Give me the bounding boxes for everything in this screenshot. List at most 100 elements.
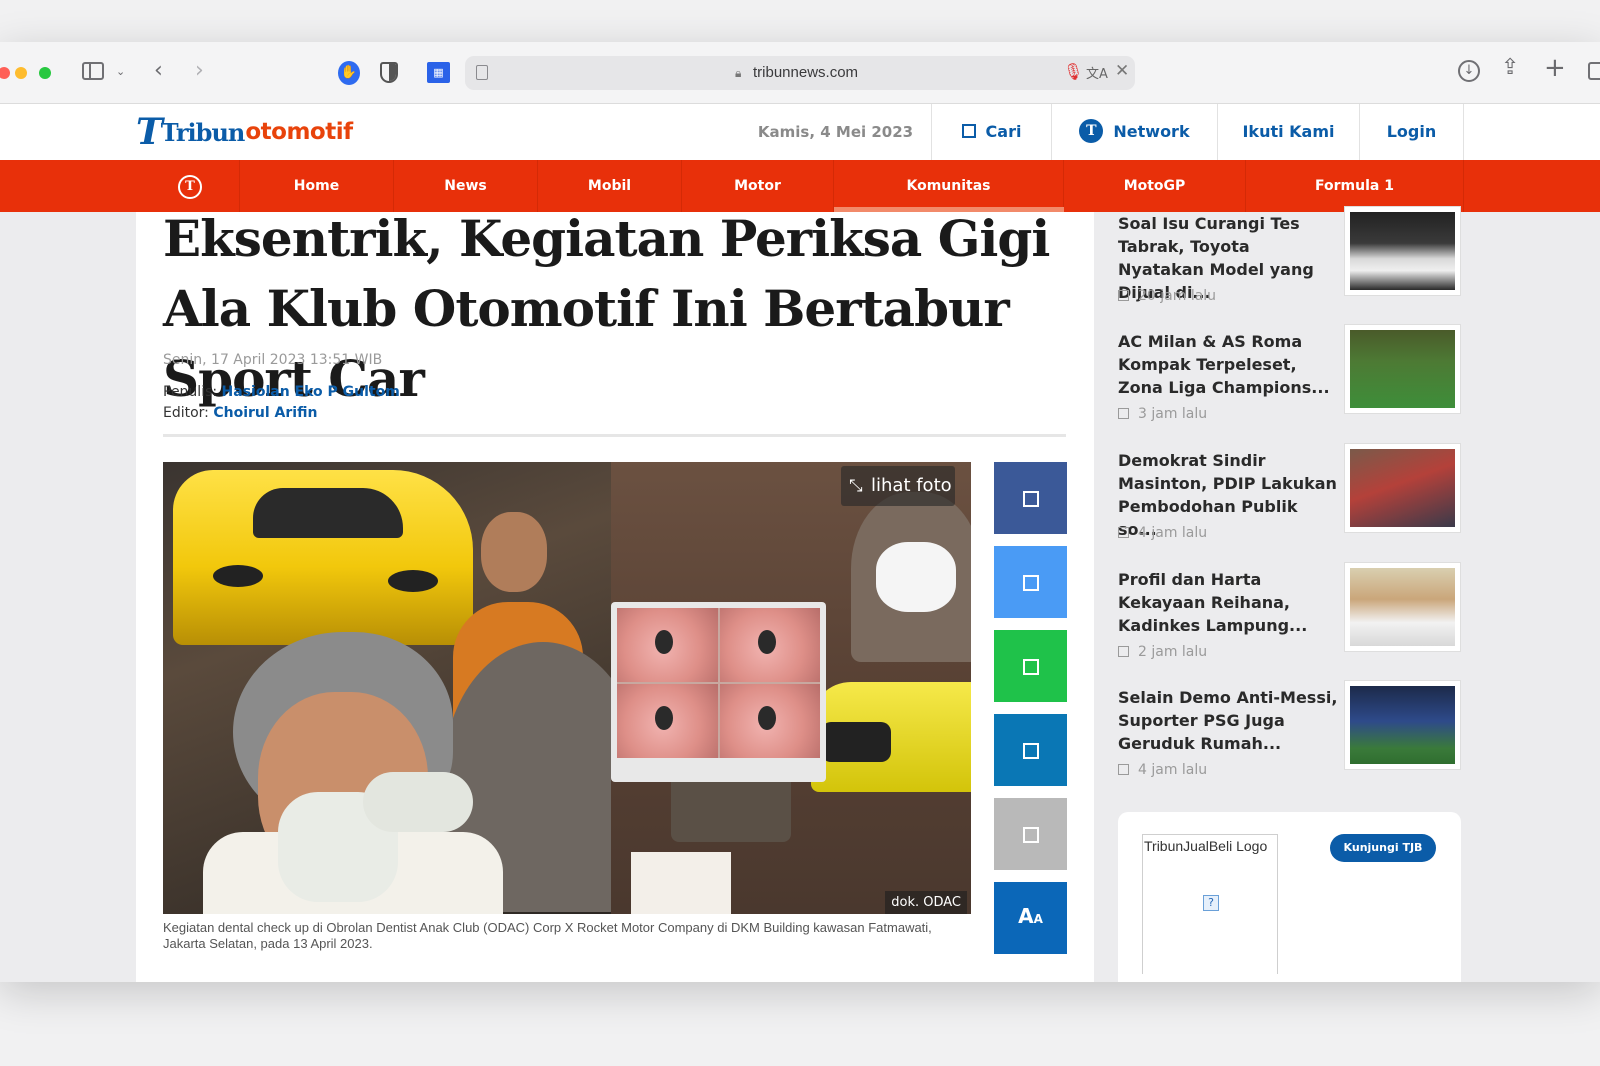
sidebar-news-time: 3 jam lalu (1118, 406, 1207, 422)
sidebar-news-title[interactable]: Selain Demo Anti-Messi, Suporter PSG Jug… (1118, 686, 1340, 755)
expand-icon: ⤡ (849, 476, 863, 496)
sidebar-news-thumbnail[interactable] (1344, 324, 1461, 414)
address-bar[interactable]: 🔒︎ tribunnews.com 🎙︎ 文A ✕ (465, 56, 1135, 90)
microphone-icon[interactable]: 🎙︎ (1063, 62, 1083, 81)
share-facebook-button[interactable] (994, 462, 1067, 534)
sidebar-news-time: 4 jam lalu (1118, 525, 1207, 541)
photo-credit: dok. ODAC (885, 891, 967, 914)
sidebar-news-thumbnail[interactable] (1344, 680, 1461, 770)
editor-line: Editor: Choirul Arifin (163, 405, 317, 421)
nav-item-motogp[interactable]: MotoGP (1064, 160, 1246, 212)
network-button[interactable]: T Network (1052, 104, 1218, 160)
sidebar-news-item[interactable]: Profil dan Harta Kekayaan Reihana, Kadin… (1118, 562, 1464, 678)
lock-icon: 🔒︎ (735, 66, 742, 80)
sidebar-news-item[interactable]: Selain Demo Anti-Messi, Suporter PSG Jug… (1118, 680, 1464, 796)
header-date: Kamis, 4 Mei 2023 (740, 104, 932, 160)
web-page: T Tribun otomotif Kamis, 4 Mei 2023 Cari… (0, 104, 1600, 982)
sidebar-news-thumbnail[interactable] (1344, 443, 1461, 533)
hand-extension-icon[interactable]: ✋ (338, 61, 360, 85)
photo-right-panel (611, 462, 971, 914)
browser-toolbar: ⌄ ‹ › ✋ ▦ 🔒︎ tribunnews.com 🎙︎ 文A ✕ ↓ ⇪ … (0, 42, 1600, 104)
photo-left-panel (163, 462, 643, 914)
chevron-down-icon[interactable]: ⌄ (116, 65, 125, 78)
clock-icon (1118, 764, 1129, 775)
forward-icon[interactable]: › (195, 58, 204, 83)
copy-link-button[interactable] (994, 798, 1067, 870)
font-size-icon: AA (1018, 904, 1043, 928)
search-icon (961, 124, 976, 138)
sidebar-news-item[interactable]: Soal Isu Curangi Tes Tabrak, Toyota Nyat… (1118, 206, 1464, 322)
sidebar-news-item[interactable]: AC Milan & AS Roma Kompak Terpeleset, Zo… (1118, 324, 1464, 440)
divider (163, 434, 1066, 437)
share-whatsapp-button[interactable] (994, 630, 1067, 702)
url-text[interactable]: tribunnews.com (753, 64, 858, 81)
follow-button[interactable]: Ikuti Kami (1218, 104, 1360, 160)
photo-yellow-car (173, 470, 473, 645)
page-icon[interactable] (476, 65, 488, 80)
sidebar-news-thumbnail[interactable] (1344, 206, 1461, 296)
photo-monitor (611, 602, 826, 782)
sidebar-news-title[interactable]: Profil dan Harta Kekayaan Reihana, Kadin… (1118, 568, 1340, 637)
tribun-network-icon: T (1079, 119, 1104, 143)
sidebar-news-time: 20 jam lalu (1118, 288, 1216, 304)
view-photo-button[interactable]: ⤡ lihat foto (841, 466, 955, 506)
sidebar: Soal Isu Curangi Tes Tabrak, Toyota Nyat… (1094, 206, 1464, 982)
share-linkedin-button[interactable] (994, 714, 1067, 786)
tribunjualbeli-logo-alt: TribunJualBeli Logo (1144, 838, 1268, 854)
sidebar-toggle-icon[interactable] (82, 62, 104, 80)
author-label: Penulis: (163, 384, 218, 400)
whatsapp-icon (1023, 659, 1039, 675)
tribun-home-icon[interactable]: T (178, 175, 202, 199)
zoom-window-button[interactable] (39, 67, 51, 79)
sidebar-news-time: 2 jam lalu (1118, 644, 1207, 660)
back-icon[interactable]: ‹ (154, 58, 163, 83)
article-main: Eksentrik, Kegiatan Periksa Gigi Ala Klu… (136, 209, 1094, 982)
search-button[interactable]: Cari (932, 104, 1052, 160)
tribunjualbeli-widget: TribunJualBeli Logo ? Kunjungi TJB (1118, 812, 1461, 982)
author-link[interactable]: Hasiolan Eko P Gultom (222, 384, 400, 400)
close-window-button[interactable] (0, 67, 10, 79)
shield-extension-icon[interactable] (380, 62, 398, 83)
linkedin-icon (1023, 743, 1039, 759)
sidebar-news-item[interactable]: Demokrat Sindir Masinton, PDIP Lakukan P… (1118, 443, 1464, 559)
image-extension-icon[interactable]: ▦ (427, 62, 450, 83)
sidebar-news-title[interactable]: AC Milan & AS Roma Kompak Terpeleset, Zo… (1118, 330, 1340, 399)
network-label: Network (1113, 122, 1190, 141)
article-photo[interactable]: ⤡ lihat foto dok. ODAC (163, 462, 971, 914)
translate-icon[interactable]: 文A (1086, 63, 1108, 82)
logo-tribun: Tribun (160, 117, 246, 147)
font-size-button[interactable]: AA (994, 882, 1067, 954)
clock-icon (1118, 646, 1129, 657)
sidebar-news-thumbnail[interactable] (1344, 562, 1461, 652)
editor-link[interactable]: Choirul Arifin (213, 405, 317, 421)
twitter-icon (1023, 575, 1039, 591)
share-twitter-button[interactable] (994, 546, 1067, 618)
article-headline: Eksentrik, Kegiatan Periksa Gigi Ala Klu… (163, 209, 1050, 408)
login-button[interactable]: Login (1360, 104, 1464, 160)
logo-otomotif: otomotif (245, 119, 353, 145)
nav-item-formula-1[interactable]: Formula 1 (1246, 160, 1464, 212)
tribunjualbeli-logo[interactable]: TribunJualBeli Logo ? (1142, 834, 1278, 974)
editor-label: Editor: (163, 405, 209, 421)
site-logo[interactable]: T Tribun otomotif (136, 111, 353, 153)
facebook-icon (1023, 491, 1039, 507)
clock-icon (1118, 408, 1129, 419)
broken-image-icon: ? (1203, 895, 1219, 911)
logo-mark: T (136, 111, 163, 153)
photo-caption: Kegiatan dental check up di Obrolan Dent… (163, 920, 932, 951)
tab-overview-icon[interactable] (1588, 62, 1600, 80)
link-icon (1023, 827, 1039, 843)
minimize-window-button[interactable] (15, 67, 27, 79)
share-icon[interactable]: ⇪ (1501, 55, 1519, 80)
search-label: Cari (985, 122, 1022, 141)
clock-icon (1118, 290, 1129, 301)
article-date: Senin, 17 April 2023 13:51 WIB (163, 352, 383, 368)
site-header: T Tribun otomotif Kamis, 4 Mei 2023 Cari… (0, 104, 1600, 160)
close-icon[interactable]: ✕ (1115, 61, 1129, 81)
download-icon[interactable]: ↓ (1458, 60, 1480, 82)
clock-icon (1118, 527, 1129, 538)
visit-tjb-button[interactable]: Kunjungi TJB (1330, 834, 1436, 862)
browser-window: ⌄ ‹ › ✋ ▦ 🔒︎ tribunnews.com 🎙︎ 文A ✕ ↓ ⇪ … (0, 42, 1600, 982)
new-tab-icon[interactable]: + (1544, 53, 1566, 83)
sidebar-news-time: 4 jam lalu (1118, 762, 1207, 778)
